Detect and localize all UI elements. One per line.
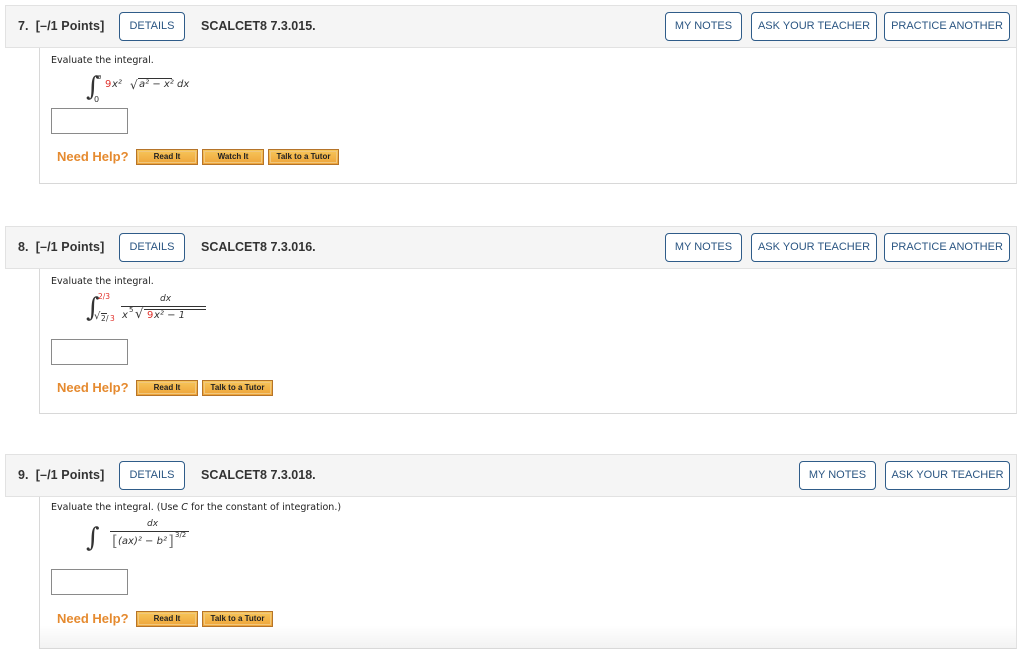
question-header: 8. [–/1 Points] DETAILS SCALCET8 7.3.016… — [5, 226, 1017, 269]
question-body: Evaluate the integral. (Use C for the co… — [39, 497, 1017, 649]
question-number-points: 9. [–/1 Points] — [18, 468, 105, 482]
upper-limit: 2/3 — [98, 292, 111, 301]
numerator: dx — [160, 294, 172, 304]
differential: dx — [177, 79, 190, 90]
question-number-points: 7. [–/1 Points] — [18, 19, 105, 33]
practice-another-button[interactable]: PRACTICE ANOTHER — [884, 12, 1010, 41]
talk-to-tutor-button[interactable]: Talk to a Tutor — [202, 380, 273, 396]
watch-it-button[interactable]: Watch It — [202, 149, 264, 165]
my-notes-button[interactable]: MY NOTES — [799, 461, 876, 490]
lower-limit: 0 — [94, 95, 100, 104]
read-it-button[interactable]: Read It — [136, 380, 198, 396]
question-code: SCALCET8 7.3.018. — [201, 468, 316, 482]
ask-your-teacher-button[interactable]: ASK YOUR TEACHER — [885, 461, 1010, 490]
talk-to-tutor-button[interactable]: Talk to a Tutor — [268, 149, 339, 165]
den-sqrt-rest: x² − 1 — [154, 310, 186, 321]
den-content: (ax)² − b² — [118, 536, 167, 547]
answer-input[interactable] — [51, 339, 128, 365]
den-sqrt-symbol: √ — [135, 307, 144, 322]
sqrt-symbol: √ — [130, 78, 138, 92]
question-header: 7. [–/1 Points] DETAILS SCALCET8 7.3.015… — [5, 5, 1017, 48]
question-prompt: Evaluate the integral. — [51, 276, 154, 287]
question-prompt: Evaluate the integral. — [51, 55, 154, 66]
lower-limit-slash: / — [106, 314, 109, 323]
read-it-button[interactable]: Read It — [136, 149, 198, 165]
left-bracket: [ — [112, 532, 118, 550]
fraction-bar — [121, 306, 206, 307]
need-help-label: Need Help? — [57, 149, 129, 164]
ask-your-teacher-button[interactable]: ASK YOUR TEACHER — [751, 12, 877, 41]
sqrt-content: a² − x² — [139, 79, 174, 90]
integral-sign: ∫ — [86, 523, 100, 553]
den-exponent: 5 — [129, 306, 134, 314]
details-button[interactable]: DETAILS — [119, 12, 185, 41]
practice-another-button[interactable]: PRACTICE ANOTHER — [884, 233, 1010, 262]
numerator: dx — [147, 519, 159, 529]
question-8: 8. [–/1 Points] DETAILS SCALCET8 7.3.016… — [5, 226, 1017, 414]
integrand-coefficient: 9 — [105, 79, 112, 90]
question-7: 7. [–/1 Points] DETAILS SCALCET8 7.3.015… — [5, 5, 1017, 184]
question-number-points: 8. [–/1 Points] — [18, 240, 105, 254]
need-help-label: Need Help? — [57, 611, 129, 626]
den-sqrt-coef: 9 — [147, 310, 154, 321]
answer-input[interactable] — [51, 569, 128, 595]
question-code: SCALCET8 7.3.015. — [201, 19, 316, 33]
lower-limit-den: 3 — [110, 314, 115, 323]
question-body: Evaluate the integral. ∫ a 0 9 x² √ a² −… — [39, 48, 1017, 184]
need-help-label: Need Help? — [57, 380, 129, 395]
upper-limit: a — [97, 73, 102, 81]
lower-sqrt-symbol: √ — [94, 311, 101, 322]
right-bracket: ] — [168, 532, 174, 550]
talk-to-tutor-button[interactable]: Talk to a Tutor — [202, 611, 273, 627]
my-notes-button[interactable]: MY NOTES — [665, 12, 742, 41]
integrand-power: x² — [112, 79, 122, 90]
details-button[interactable]: DETAILS — [119, 461, 185, 490]
question-code: SCALCET8 7.3.016. — [201, 240, 316, 254]
ask-your-teacher-button[interactable]: ASK YOUR TEACHER — [751, 233, 877, 262]
details-button[interactable]: DETAILS — [119, 233, 185, 262]
read-it-button[interactable]: Read It — [136, 611, 198, 627]
den-x: x — [122, 310, 128, 321]
my-notes-button[interactable]: MY NOTES — [665, 233, 742, 262]
question-body: Evaluate the integral. ∫ 2/3 √ 2 / 3 dx … — [39, 269, 1017, 414]
answer-input[interactable] — [51, 108, 128, 134]
den-exponent: 3/2 — [175, 531, 187, 539]
question-header: 9. [–/1 Points] DETAILS SCALCET8 7.3.018… — [5, 454, 1017, 497]
question-9: 9. [–/1 Points] DETAILS SCALCET8 7.3.018… — [5, 454, 1017, 649]
constant-variable: C — [181, 502, 188, 513]
question-prompt: Evaluate the integral. (Use C for the co… — [51, 502, 342, 513]
